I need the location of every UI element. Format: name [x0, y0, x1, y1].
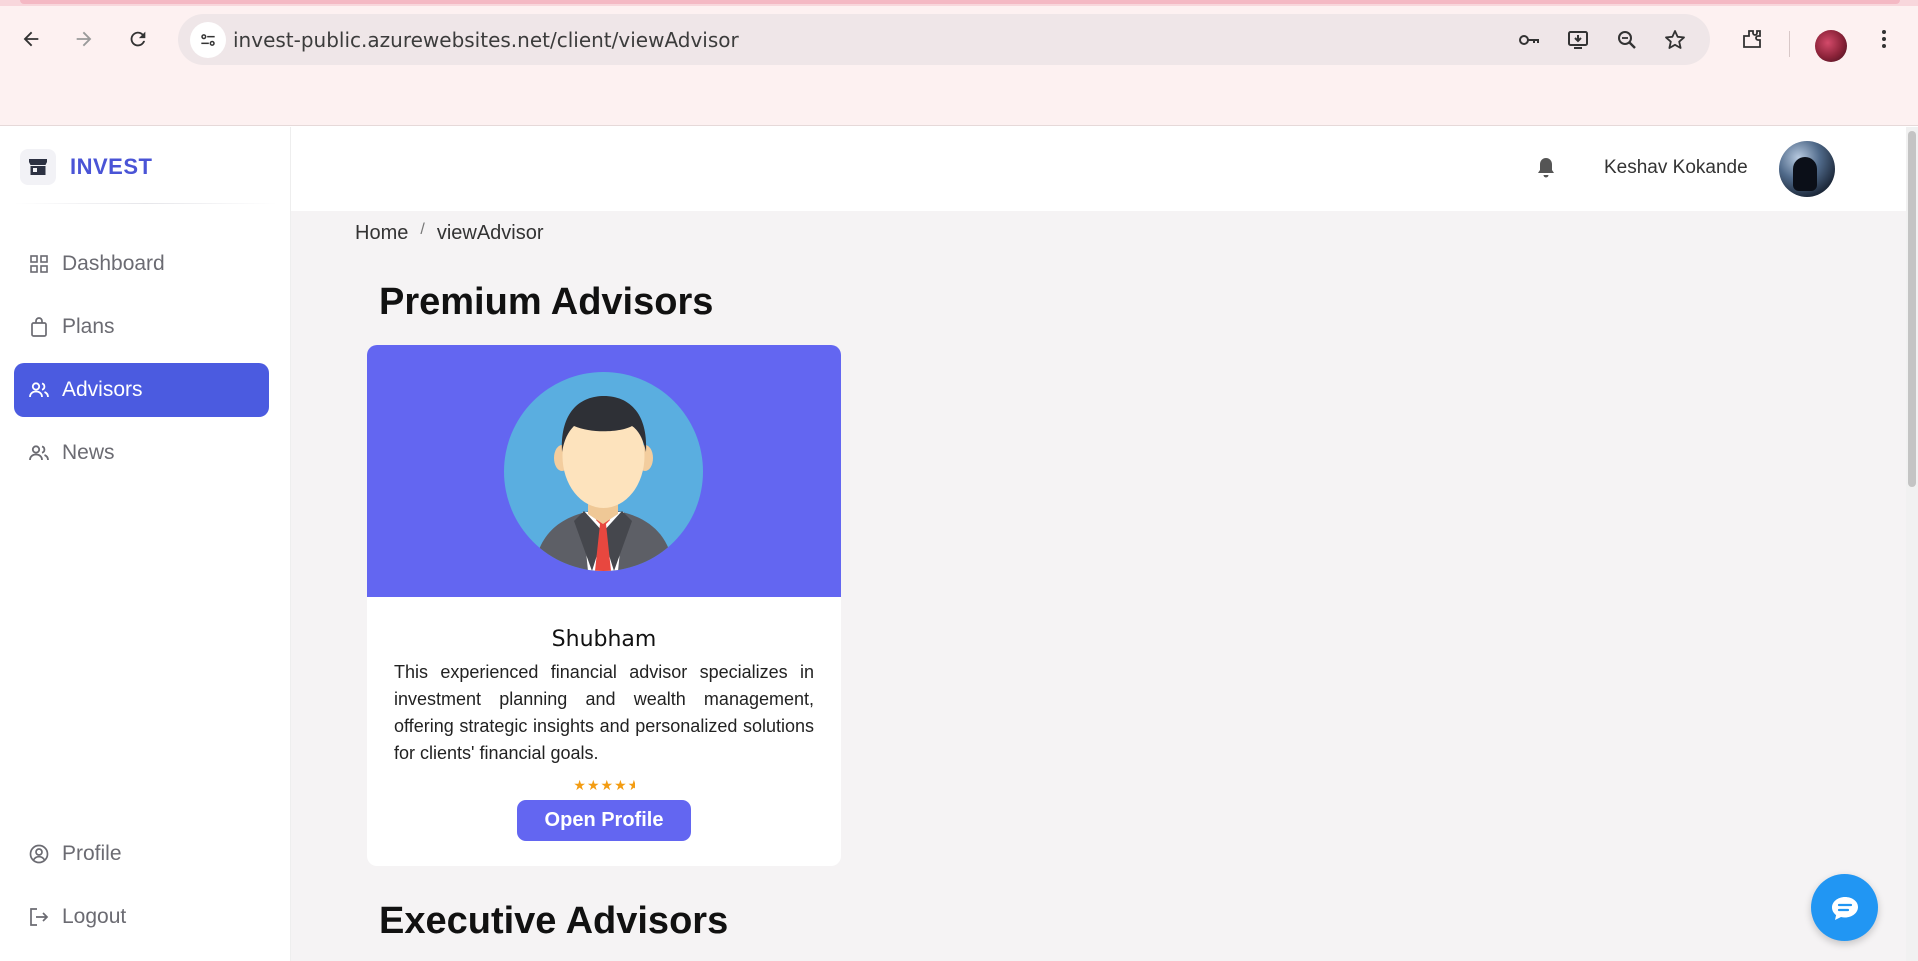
- site-settings-icon[interactable]: [190, 22, 226, 58]
- breadcrumb-separator: /: [420, 220, 425, 238]
- advisor-rating: ★★★★★: [367, 777, 841, 794]
- reload-icon: [130, 31, 146, 47]
- browser-profile-avatar[interactable]: [1815, 30, 1847, 62]
- advisor-card-header: [367, 345, 841, 597]
- address-bar[interactable]: invest-public.azurewebsites.net/client/v…: [178, 14, 1710, 65]
- toolbar-separator: [1789, 31, 1790, 57]
- divider: [14, 203, 277, 204]
- star-icon: ★: [586, 777, 601, 793]
- shopping-bag-icon: [28, 316, 50, 338]
- main-content: Keshav Kokande Home / viewAdvisor Premiu…: [291, 127, 1908, 961]
- sidebar-item-profile[interactable]: Profile: [14, 827, 269, 881]
- browser-toolbar: invest-public.azurewebsites.net/client/v…: [0, 6, 1918, 126]
- sidebar-item-news[interactable]: News: [14, 426, 269, 480]
- back-button[interactable]: [14, 22, 48, 56]
- brand-name: INVEST: [70, 154, 153, 179]
- sidebar-item-dashboard[interactable]: Dashboard: [14, 237, 269, 291]
- people-icon: [28, 379, 50, 401]
- url-text[interactable]: invest-public.azurewebsites.net/client/v…: [233, 28, 739, 52]
- page-scrollbar[interactable]: [1906, 127, 1918, 961]
- chat-bubble-icon: [1831, 896, 1858, 920]
- logout-icon: [28, 906, 50, 928]
- kebab-menu-icon: [1882, 30, 1886, 48]
- top-header: Keshav Kokande: [291, 127, 1908, 211]
- sidebar: INVEST Dashboard Plans Advisors News Pro…: [0, 127, 291, 961]
- advisor-name: Shubham: [551, 627, 657, 652]
- open-profile-button[interactable]: Open Profile: [517, 800, 691, 841]
- premium-advisors-title: Premium Advisors: [379, 281, 714, 323]
- sidebar-item-logout[interactable]: Logout: [14, 890, 269, 944]
- sidebar-item-label: Profile: [62, 842, 122, 865]
- user-circle-icon: [28, 843, 50, 865]
- arrow-right-icon: [76, 31, 92, 47]
- executive-advisors-title: Executive Advisors: [379, 900, 729, 942]
- sidebar-item-plans[interactable]: Plans: [14, 300, 269, 354]
- breadcrumb-current: viewAdvisor: [436, 222, 544, 244]
- sidebar-item-label: Advisors: [62, 378, 143, 401]
- store-icon: [20, 149, 56, 185]
- zoom-icon[interactable]: [1612, 25, 1642, 55]
- breadcrumb: Home / viewAdvisor: [355, 220, 544, 245]
- reload-button[interactable]: [121, 22, 155, 56]
- star-icon: ★: [600, 777, 615, 793]
- chat-button[interactable]: [1811, 874, 1878, 941]
- arrow-left-icon: [23, 31, 39, 47]
- forward-button[interactable]: [67, 22, 101, 56]
- scrollbar-thumb[interactable]: [1908, 131, 1916, 487]
- sidebar-item-label: News: [62, 441, 115, 464]
- advisor-avatar-image: [504, 372, 703, 571]
- people-icon: [28, 442, 50, 464]
- brand[interactable]: INVEST: [20, 147, 152, 187]
- extensions-button[interactable]: [1735, 22, 1769, 56]
- sidebar-item-advisors[interactable]: Advisors: [14, 363, 269, 417]
- browser-menu-button[interactable]: [1867, 22, 1901, 56]
- bell-icon[interactable]: [1531, 153, 1561, 183]
- puzzle-icon: [1743, 30, 1761, 48]
- advisor-card: Shubham This experienced financial advis…: [367, 345, 841, 866]
- breadcrumb-home-link[interactable]: Home: [355, 222, 408, 245]
- advisor-description: This experienced financial advisor speci…: [394, 662, 814, 763]
- bookmark-star-icon[interactable]: [1660, 25, 1690, 55]
- sidebar-item-label: Logout: [62, 905, 127, 928]
- password-key-icon[interactable]: [1514, 25, 1544, 55]
- sidebar-item-label: Dashboard: [62, 252, 165, 275]
- user-avatar[interactable]: [1779, 141, 1835, 197]
- install-app-icon[interactable]: [1563, 25, 1593, 55]
- sidebar-item-label: Plans: [62, 315, 115, 338]
- active-tab-indicator: [20, 0, 1900, 4]
- star-icon: ★: [573, 777, 587, 793]
- username[interactable]: Keshav Kokande: [1604, 157, 1748, 179]
- star-icon: ★: [614, 777, 628, 793]
- grid-icon: [28, 253, 50, 275]
- half-star-icon: ★: [628, 777, 635, 794]
